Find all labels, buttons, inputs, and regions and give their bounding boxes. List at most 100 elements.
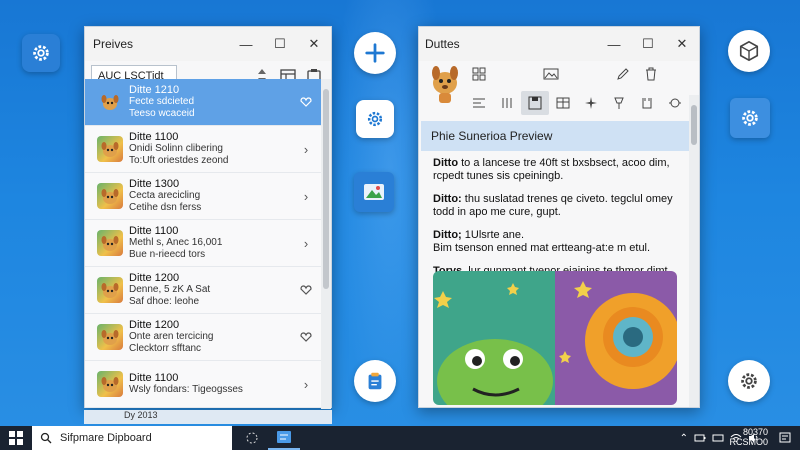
image-editor-icon bbox=[364, 184, 384, 200]
grid-view-button[interactable] bbox=[465, 62, 493, 86]
heart-icon[interactable] bbox=[291, 95, 321, 110]
chevron-right-icon[interactable]: › bbox=[291, 377, 321, 392]
mascot-thumbnail-icon bbox=[97, 183, 123, 209]
clip-list-item[interactable]: Ditte 1200 Denne, 5 zK A Sat Saf dhoe: leo… bbox=[85, 267, 321, 314]
plus-icon bbox=[365, 43, 385, 63]
clip-list-item[interactable]: Ditte 1100 Wsly fondars: Tigeogsses › bbox=[85, 361, 321, 408]
notification-icon bbox=[779, 432, 791, 443]
clip-subtitle: Clecktorr sfftanc bbox=[129, 343, 202, 354]
clip-subtitle: Fecte sdcieted bbox=[129, 96, 195, 107]
package-button[interactable] bbox=[728, 30, 770, 72]
task-view-icon bbox=[246, 432, 258, 444]
edit-button[interactable] bbox=[609, 62, 637, 86]
network-icon[interactable] bbox=[712, 433, 724, 443]
mascot-thumbnail-icon bbox=[97, 371, 123, 397]
cube-icon bbox=[739, 40, 759, 62]
clip-text: Ditte 1200 Denne, 5 zK A Sat Saf dhoe: leo… bbox=[129, 272, 291, 308]
right-toolbar-top bbox=[419, 61, 699, 87]
gear-icon bbox=[742, 110, 758, 126]
clip-subtitle: Bue n-rieecd tors bbox=[129, 249, 206, 260]
preview-paragraph-lead: Ditto; bbox=[433, 229, 462, 241]
gear-icon bbox=[367, 111, 383, 127]
clip-subtitle: Teeso wcaceid bbox=[129, 108, 195, 119]
clipboard-app-icon bbox=[277, 431, 291, 443]
heart-icon[interactable] bbox=[291, 330, 321, 345]
clip-title: Ditte 1300 bbox=[129, 178, 180, 190]
clip-list: Ditte 1210 Fecte sdcieted Teeso wcaceid Dit… bbox=[85, 79, 321, 409]
clip-subtitle: Cetihe dsn ferss bbox=[129, 202, 202, 213]
share-icon bbox=[669, 98, 681, 108]
right-scrollbar-thumb[interactable] bbox=[691, 105, 697, 145]
right-titlebar: Duttes — ☐ ✕ bbox=[419, 27, 699, 61]
clip-list-item[interactable]: Ditte 1100 Onidi Solinn clibering To:Uft o… bbox=[85, 126, 321, 173]
system-clock[interactable]: 80370 RCSMO0 bbox=[729, 427, 768, 447]
share-button[interactable] bbox=[661, 91, 689, 115]
partial-list-item[interactable]: Dy 2013 bbox=[84, 410, 332, 424]
close-button[interactable]: ✕ bbox=[665, 30, 699, 58]
sparkle-icon bbox=[585, 97, 597, 109]
table-button[interactable] bbox=[549, 91, 577, 115]
taskbar-search[interactable]: Sifpmare Dipboard bbox=[32, 426, 232, 450]
battery-icon[interactable] bbox=[694, 433, 706, 443]
notification-button[interactable] bbox=[776, 429, 794, 447]
clip-list-item[interactable]: Ditte 1100 Methl s, Anec 16,001 Bue n-riee… bbox=[85, 220, 321, 267]
partial-item-label: Dy 2013 bbox=[124, 410, 158, 420]
left-scrollbar-thumb[interactable] bbox=[323, 89, 329, 289]
clip-text: Ditte 1100 Onidi Solinn clibering To:Uft o… bbox=[129, 131, 291, 167]
maximize-button[interactable]: ☐ bbox=[263, 30, 297, 58]
search-icon bbox=[40, 432, 52, 444]
task-view-button[interactable] bbox=[236, 426, 268, 450]
clock-date: RCSMO0 bbox=[729, 437, 768, 447]
taskbar-search-text: Sifpmare Dipboard bbox=[60, 432, 152, 444]
clip-list-item[interactable]: Ditte 1300 Cecta arecicling Cetihe dsn fer… bbox=[85, 173, 321, 220]
left-scrollbar[interactable] bbox=[321, 79, 331, 409]
minimize-button[interactable]: — bbox=[597, 30, 631, 58]
preview-paragraph-text: Bim tsenson enned mat ertteang-at:e m et… bbox=[433, 242, 651, 254]
settings-tile-right[interactable] bbox=[730, 98, 770, 138]
pin-icon bbox=[614, 97, 624, 109]
tag-button[interactable] bbox=[633, 91, 661, 115]
add-button[interactable] bbox=[354, 32, 396, 74]
image-icon bbox=[543, 68, 559, 80]
settings-round-button[interactable] bbox=[728, 360, 770, 402]
pin-button[interactable] bbox=[605, 91, 633, 115]
settings-button-center[interactable] bbox=[356, 100, 394, 138]
columns-icon bbox=[502, 98, 512, 108]
clip-text: Ditte 1200 Onte aren tercicing Clecktorr s… bbox=[129, 319, 291, 355]
align-icon bbox=[473, 98, 485, 108]
preview-window: Duttes — ☐ ✕ Phie Sunerioa Preview Ditto… bbox=[418, 26, 700, 408]
start-button[interactable] bbox=[0, 426, 32, 450]
mascot-thumbnail-icon bbox=[97, 89, 123, 115]
magic-button[interactable] bbox=[577, 91, 605, 115]
settings-tile[interactable] bbox=[22, 34, 60, 72]
delete-button[interactable] bbox=[637, 62, 665, 86]
clip-title: Ditte 1100 bbox=[129, 131, 179, 143]
right-scrollbar[interactable] bbox=[689, 95, 699, 407]
minimize-button[interactable]: — bbox=[229, 30, 263, 58]
tray-chevron-icon[interactable]: ⌃ bbox=[680, 433, 688, 444]
clip-list-item[interactable]: Ditte 1210 Fecte sdcieted Teeso wcaceid bbox=[85, 79, 321, 126]
clipboard-app-button[interactable] bbox=[354, 360, 396, 402]
clip-subtitle: Methl s, Anec 16,001 bbox=[129, 237, 223, 248]
right-toolbar-format bbox=[419, 89, 699, 117]
chevron-right-icon[interactable]: › bbox=[291, 236, 321, 251]
chevron-right-icon[interactable]: › bbox=[291, 189, 321, 204]
preview-image bbox=[433, 271, 677, 405]
pen-icon bbox=[617, 68, 629, 80]
close-button[interactable]: ✕ bbox=[297, 30, 331, 58]
align-button[interactable] bbox=[465, 91, 493, 115]
clip-title: Ditte 1200 bbox=[129, 319, 180, 331]
heart-icon[interactable] bbox=[291, 283, 321, 298]
image-button[interactable] bbox=[537, 62, 565, 86]
taskbar-clipboard-app[interactable] bbox=[268, 426, 300, 450]
chevron-right-icon[interactable]: › bbox=[291, 142, 321, 157]
app-tile-button[interactable] bbox=[354, 172, 394, 212]
preview-paragraph-text: 1Ulsrte ane. bbox=[461, 229, 525, 241]
preview-header: Phie Sunerioa Preview bbox=[421, 121, 691, 151]
windows-logo-icon bbox=[9, 431, 23, 445]
columns-button[interactable] bbox=[493, 91, 521, 115]
clip-text: Ditte 1100 Methl s, Anec 16,001 Bue n-riee… bbox=[129, 225, 291, 261]
maximize-button[interactable]: ☐ bbox=[631, 30, 665, 58]
clip-list-item[interactable]: Ditte 1200 Onte aren tercicing Clecktorr s… bbox=[85, 314, 321, 361]
save-button[interactable] bbox=[521, 91, 549, 115]
